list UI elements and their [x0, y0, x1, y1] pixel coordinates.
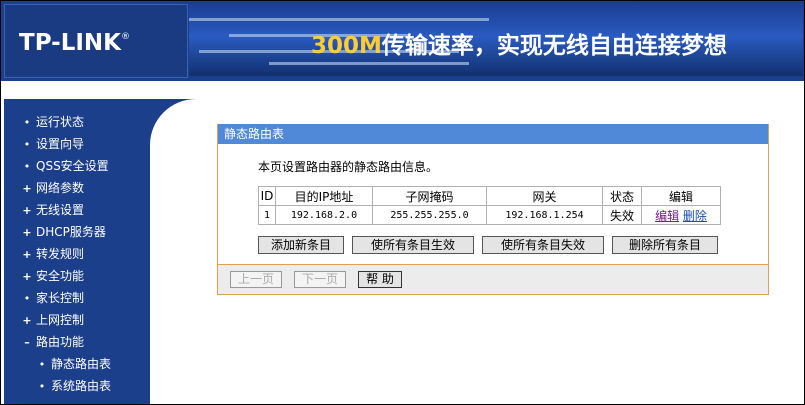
sidebar-item-label: 系统路由表 — [51, 379, 112, 393]
cell-id: 1 — [258, 205, 276, 225]
header: TP-LINK® 300M传输速率，实现无线自由连接梦想 — [1, 1, 804, 81]
bullet-icon — [21, 156, 33, 178]
sidebar-nav: 运行状态设置向导 QSS安全设置网络参数无线设置 DHCP服务器转发规则安全功能家长… — [4, 111, 150, 397]
col-status: 状态 — [602, 186, 642, 206]
bullet-icon — [36, 354, 48, 376]
bullet-icon — [21, 288, 33, 310]
disable-all-button[interactable]: 使所有条目失效 — [482, 236, 604, 254]
prev-page-button[interactable]: 上一页 — [230, 271, 282, 288]
sidebar-item-label: 家长控制 — [36, 291, 85, 305]
bullet-icon — [21, 134, 33, 156]
table-header-row: ID 目的IP地址 子网掩码 网关 状态 编辑 — [258, 186, 721, 206]
cell-mask: 255.255.255.0 — [372, 205, 487, 225]
sidebar-item-label: 路由功能 — [36, 335, 85, 349]
col-mask: 子网掩码 — [372, 186, 487, 206]
sidebar-item[interactable]: 静态路由表 — [4, 353, 150, 375]
panel-description: 本页设置路由器的静态路由信息。 — [258, 160, 439, 174]
cell-gateway: 192.168.1.254 — [486, 205, 603, 225]
expand-icon — [21, 310, 33, 332]
sidebar-item-label: DHCP服务器 — [36, 225, 106, 239]
panel-title: 静态路由表 — [218, 124, 768, 144]
sidebar-item[interactable]: 家长控制 — [4, 287, 150, 309]
route-table: ID 目的IP地址 子网掩码 网关 状态 编辑 1 192.168.2.0 25… — [258, 186, 721, 225]
slogan: 300M传输速率，实现无线自由连接梦想 — [311, 26, 727, 60]
static-route-panel: 静态路由表 本页设置路由器的静态路由信息。 ID 目的IP地址 子网掩码 网关 … — [217, 124, 769, 295]
sidebar-item[interactable]: 上网控制 — [4, 309, 150, 331]
enable-all-button[interactable]: 使所有条目生效 — [352, 236, 474, 254]
logo-text: TP-LINK — [19, 30, 121, 56]
sidebar: 运行状态设置向导 QSS安全设置网络参数无线设置 DHCP服务器转发规则安全功能家长… — [4, 99, 150, 404]
router-admin-page: TP-LINK® 300M传输速率，实现无线自由连接梦想 运行状态设置向导 QSS… — [0, 0, 805, 405]
tp-link-logo: TP-LINK® — [19, 30, 130, 56]
logo-box: TP-LINK® — [4, 4, 188, 78]
sidebar-item[interactable]: 系统路由表 — [4, 375, 150, 397]
slogan-text: 传输速率，实现无线自由连接梦想 — [381, 33, 727, 59]
col-edit: 编辑 — [641, 186, 721, 206]
expand-icon — [21, 200, 33, 222]
expand-icon — [21, 266, 33, 288]
sidebar-item[interactable]: DHCP服务器 — [4, 221, 150, 243]
next-page-button[interactable]: 下一页 — [294, 271, 346, 288]
sidebar-item-label: 设置向导 — [36, 137, 85, 151]
expand-icon — [21, 222, 33, 244]
expand-icon — [21, 178, 33, 200]
header-divider — [1, 81, 804, 84]
sidebar-item[interactable]: 路由功能 — [4, 331, 150, 353]
expand-icon — [21, 244, 33, 266]
cell-status: 失效 — [602, 205, 642, 225]
sidebar-item-label: 静态路由表 — [51, 357, 112, 371]
slogan-highlight: 300M — [311, 33, 382, 59]
collapse-icon — [21, 332, 33, 354]
sidebar-item[interactable]: 运行状态 — [4, 111, 150, 133]
registered-mark: ® — [120, 32, 130, 42]
banner: 300M传输速率，实现无线自由连接梦想 — [189, 4, 803, 76]
banner-streak — [189, 18, 489, 21]
col-dest-ip: 目的IP地址 — [275, 186, 373, 206]
help-button[interactable]: 帮 助 — [358, 271, 402, 288]
sidebar-item[interactable]: QSS安全设置 — [4, 155, 150, 177]
sidebar-item-label: 安全功能 — [36, 269, 85, 283]
bullet-icon — [36, 376, 48, 398]
pager-bar: 上一页 下一页 帮 助 — [218, 265, 768, 294]
cell-actions: 编辑 删除 — [641, 205, 721, 225]
table-row: 1 192.168.2.0 255.255.255.0 192.168.1.25… — [258, 205, 721, 225]
sidebar-item-label: 转发规则 — [36, 247, 85, 261]
sidebar-item-label: 网络参数 — [36, 181, 85, 195]
sidebar-item[interactable]: 安全功能 — [4, 265, 150, 287]
sidebar-item-label: 上网控制 — [36, 313, 85, 327]
sidebar-item[interactable]: 无线设置 — [4, 199, 150, 221]
delete-link[interactable]: 删除 — [683, 209, 707, 223]
col-gateway: 网关 — [486, 186, 603, 206]
sidebar-item[interactable]: 设置向导 — [4, 133, 150, 155]
delete-all-button[interactable]: 删除所有条目 — [612, 236, 718, 254]
sidebar-item-label: 无线设置 — [36, 203, 85, 217]
sidebar-item-label: QSS安全设置 — [36, 159, 109, 173]
edit-link[interactable]: 编辑 — [655, 209, 679, 223]
banner-streak — [269, 62, 469, 65]
sidebar-item[interactable]: 转发规则 — [4, 243, 150, 265]
bullet-icon — [21, 112, 33, 134]
cell-dest-ip: 192.168.2.0 — [275, 205, 373, 225]
sidebar-item[interactable]: 网络参数 — [4, 177, 150, 199]
sidebar-item-label: 运行状态 — [36, 115, 85, 129]
add-entry-button[interactable]: 添加新条目 — [258, 236, 344, 254]
col-id: ID — [258, 186, 276, 206]
